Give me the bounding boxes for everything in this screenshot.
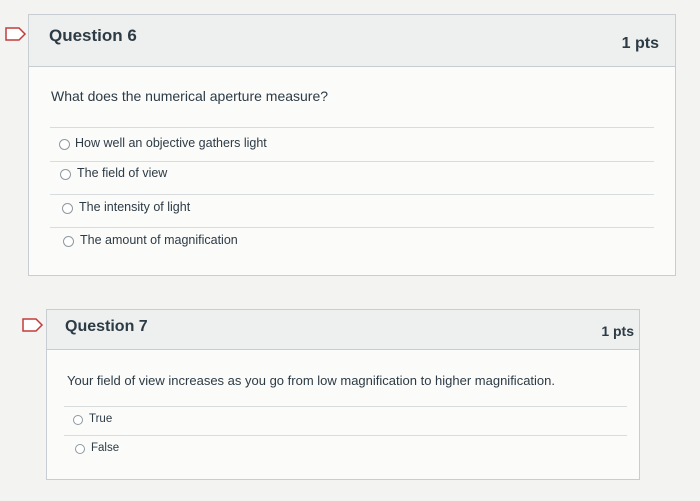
question-points: 1 pts bbox=[621, 35, 659, 52]
answer-option[interactable]: The field of view bbox=[50, 161, 654, 194]
question-points: 1 pts bbox=[601, 323, 634, 339]
answer-list: True False bbox=[64, 406, 627, 470]
answer-option[interactable]: True bbox=[64, 406, 627, 435]
radio-button[interactable] bbox=[73, 415, 83, 425]
quiz-page: Question 6 1 pts What does the numerical… bbox=[0, 0, 700, 501]
answer-option[interactable]: The intensity of light bbox=[50, 194, 654, 227]
question-title: Question 7 bbox=[65, 318, 148, 335]
answer-label: True bbox=[89, 413, 113, 425]
radio-button[interactable] bbox=[75, 444, 85, 454]
flag-question-icon[interactable] bbox=[22, 318, 44, 332]
flag-question-icon[interactable] bbox=[5, 27, 27, 41]
radio-button[interactable] bbox=[59, 139, 70, 150]
radio-button[interactable] bbox=[62, 203, 73, 214]
answer-label: The amount of magnification bbox=[80, 233, 238, 247]
answer-option[interactable]: False bbox=[64, 435, 627, 465]
question-title: Question 6 bbox=[49, 26, 137, 45]
question-text: What does the numerical aperture measure… bbox=[51, 88, 329, 104]
answer-label: The field of view bbox=[77, 166, 168, 180]
answer-option[interactable]: The amount of magnification bbox=[50, 227, 654, 259]
radio-button[interactable] bbox=[63, 236, 74, 247]
answer-label: False bbox=[91, 442, 120, 454]
answer-label: How well an objective gathers light bbox=[75, 136, 267, 150]
radio-button[interactable] bbox=[60, 169, 71, 180]
answer-list: How well an objective gathers light The … bbox=[50, 127, 654, 257]
answer-label: The intensity of light bbox=[79, 200, 191, 214]
answer-option[interactable]: How well an objective gathers light bbox=[50, 127, 654, 161]
question-text: Your field of view increases as you go f… bbox=[67, 373, 555, 388]
